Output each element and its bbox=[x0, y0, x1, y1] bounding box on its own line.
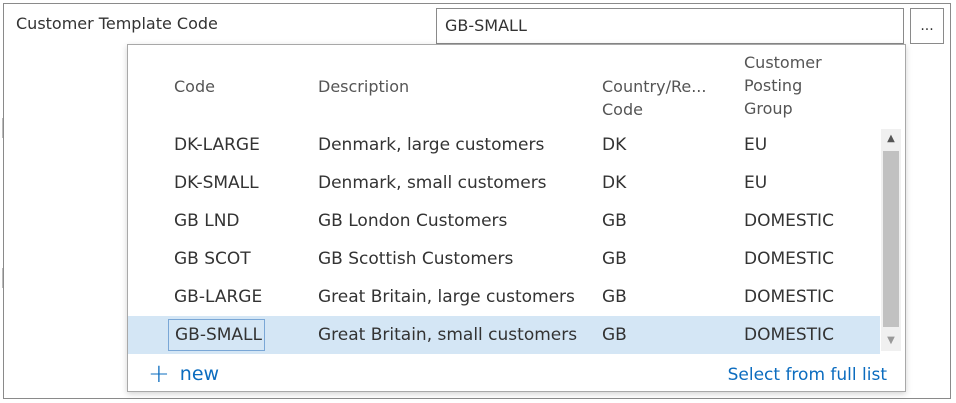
scroll-down-icon[interactable]: ▼ bbox=[881, 331, 901, 351]
cell-posting-group: EU bbox=[744, 173, 768, 193]
cell-code-focused: GB-SMALL bbox=[168, 319, 266, 351]
header-posting-group[interactable]: Customer Posting Group bbox=[744, 51, 822, 120]
header-description[interactable]: Description bbox=[318, 75, 409, 98]
divider bbox=[2, 268, 3, 288]
header-country-code[interactable]: Country/Re... Code bbox=[602, 75, 706, 121]
cell-code: DK-SMALL bbox=[174, 173, 259, 193]
cell-description: Great Britain, large customers bbox=[318, 287, 575, 307]
cell-description: GB London Customers bbox=[318, 211, 508, 231]
lookup-dropdown: Code Description Country/Re... Code Cust… bbox=[127, 44, 906, 392]
vertical-scrollbar[interactable]: ▲ ▼ bbox=[881, 129, 901, 351]
cell-code: GB SCOT bbox=[174, 249, 251, 269]
cell-posting-group: DOMESTIC bbox=[744, 325, 834, 345]
table-row[interactable]: DK-SMALL Denmark, small customers DK EU bbox=[128, 164, 880, 202]
cell-description: GB Scottish Customers bbox=[318, 249, 514, 269]
header-country-line1: Country/Re... bbox=[602, 77, 707, 96]
customer-template-code-input[interactable]: GB-SMALL bbox=[436, 8, 904, 44]
cell-posting-group: DOMESTIC bbox=[744, 211, 834, 231]
select-from-full-list-link[interactable]: Select from full list bbox=[728, 365, 887, 385]
cell-posting-group: EU bbox=[744, 135, 768, 155]
cell-code: GB-LARGE bbox=[174, 287, 263, 307]
cell-country: GB bbox=[602, 325, 627, 345]
header-posting-line3: Group bbox=[744, 99, 793, 118]
table-row-selected[interactable]: GB-SMALL Great Britain, small customers … bbox=[128, 316, 880, 354]
scroll-up-icon[interactable]: ▲ bbox=[881, 129, 901, 149]
header-code[interactable]: Code bbox=[174, 75, 215, 98]
table-row[interactable]: DK-LARGE Denmark, large customers DK EU bbox=[128, 126, 880, 164]
cell-code: DK-LARGE bbox=[174, 135, 260, 155]
cell-description: Denmark, small customers bbox=[318, 173, 547, 193]
table-row[interactable]: GB-LARGE Great Britain, large customers … bbox=[128, 278, 880, 316]
header-country-line2: Code bbox=[602, 100, 643, 119]
plus-icon: + bbox=[148, 359, 170, 389]
cell-description: Denmark, large customers bbox=[318, 135, 545, 155]
table-row[interactable]: GB LND GB London Customers GB DOMESTIC bbox=[128, 202, 880, 240]
scroll-thumb[interactable] bbox=[883, 151, 899, 327]
header-posting-line1: Customer bbox=[744, 53, 822, 72]
cell-country: DK bbox=[602, 135, 627, 155]
cell-posting-group: DOMESTIC bbox=[744, 249, 834, 269]
field-label: Customer Template Code bbox=[16, 14, 218, 33]
header-posting-line2: Posting bbox=[744, 76, 803, 95]
cell-description: Great Britain, small customers bbox=[318, 325, 578, 345]
new-button[interactable]: + new bbox=[148, 359, 220, 389]
cell-country: GB bbox=[602, 211, 627, 231]
table-row[interactable]: GB SCOT GB Scottish Customers GB DOMESTI… bbox=[128, 240, 880, 278]
cell-code: GB LND bbox=[174, 211, 240, 231]
cell-country: GB bbox=[602, 249, 627, 269]
divider bbox=[2, 118, 3, 138]
cell-country: GB bbox=[602, 287, 627, 307]
cell-country: DK bbox=[602, 173, 627, 193]
new-label: new bbox=[179, 363, 220, 385]
assist-edit-button[interactable]: ... bbox=[910, 8, 944, 44]
cell-posting-group: DOMESTIC bbox=[744, 287, 834, 307]
